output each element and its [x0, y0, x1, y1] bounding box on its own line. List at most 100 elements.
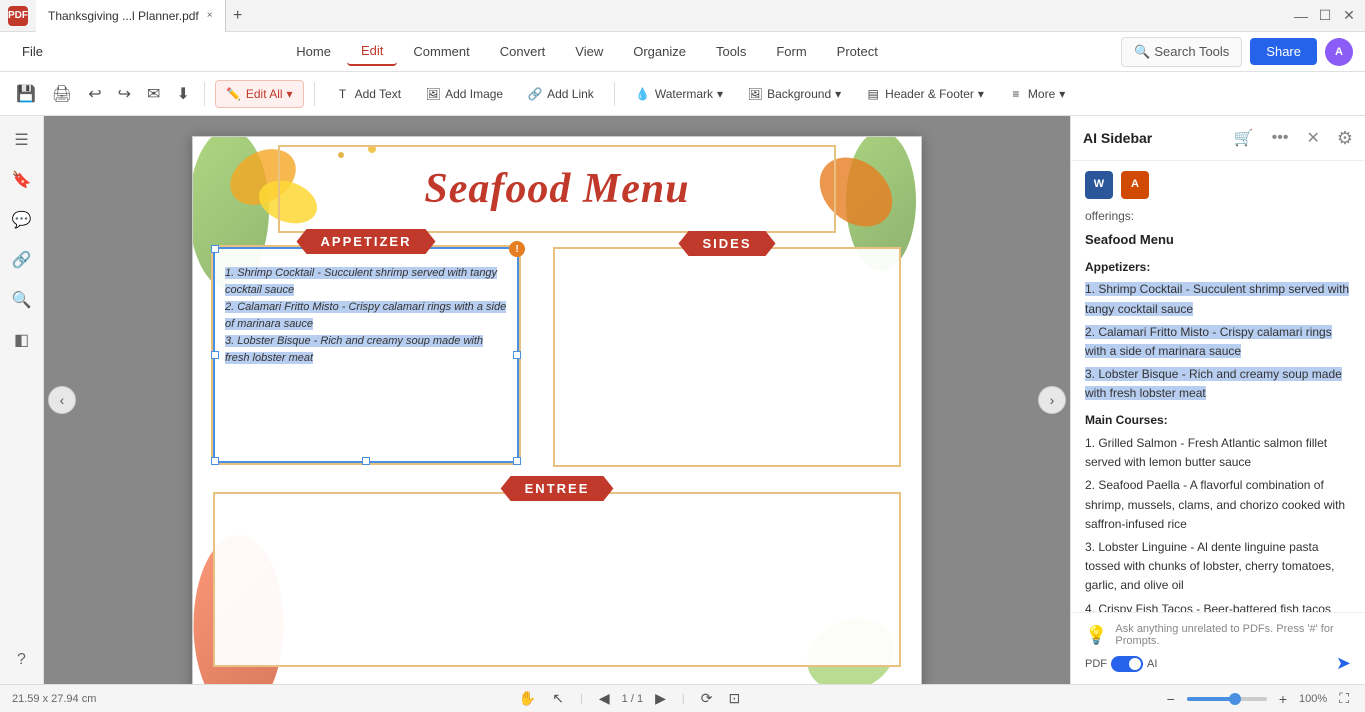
ai-close-icon[interactable]: ✕ — [1301, 126, 1324, 150]
search-tools-button[interactable]: 🔍 Search Tools — [1121, 37, 1242, 67]
hand-tool-icon[interactable]: ✋ — [515, 690, 540, 707]
zoom-out-button[interactable]: − — [1163, 691, 1179, 707]
sidebar-help-icon[interactable]: ? — [6, 644, 38, 676]
menu-title-box: Seafood Menu — [278, 145, 836, 233]
minimize-button[interactable]: — — [1293, 8, 1309, 24]
sidebar-link-icon[interactable]: 🔗 — [6, 244, 38, 276]
menu-right: 🔍 Search Tools Share A — [1121, 37, 1353, 67]
download-icon[interactable]: ⬇ — [172, 80, 193, 108]
ai-sidebar-header: AI Sidebar 🛒 ••• ✕ ⚙ — [1071, 116, 1365, 161]
sidebar-comment-icon[interactable]: 💬 — [6, 204, 38, 236]
ai-label: AI — [1147, 658, 1157, 670]
send-button[interactable]: ➤ — [1336, 653, 1351, 674]
menu-comment[interactable]: Comment — [399, 38, 483, 65]
main-area: ☰ 🔖 💬 🔗 🔍 ◧ ? Seafood Menu — [0, 116, 1365, 684]
app-icon: PDF — [8, 6, 28, 26]
ai-main-courses-label: Main Courses: — [1085, 411, 1351, 430]
ai-appetizer-item-2: 2. Calamari Fritto Misto - Crispy calama… — [1085, 323, 1351, 361]
ai-menu-title: Seafood Menu — [1085, 230, 1351, 250]
maximize-button[interactable]: ☐ — [1317, 8, 1333, 24]
active-tab[interactable]: Thanksgiving ...l Planner.pdf × — [36, 0, 226, 32]
zoom-thumb — [1229, 693, 1241, 705]
menu-home[interactable]: Home — [282, 38, 345, 65]
sides-section[interactable]: SIDES — [553, 247, 901, 467]
sidebar-bookmark-icon[interactable]: 🔖 — [6, 164, 38, 196]
menu-convert[interactable]: Convert — [486, 38, 560, 65]
close-tab-button[interactable]: × — [207, 10, 213, 21]
zoom-in-button[interactable]: + — [1275, 691, 1291, 707]
menu-form[interactable]: Form — [762, 38, 820, 65]
handle-br[interactable] — [513, 457, 521, 465]
ai-more-icon[interactable]: ••• — [1267, 127, 1294, 149]
user-avatar[interactable]: A — [1325, 38, 1353, 66]
pdf-prev-button[interactable]: ‹ — [48, 386, 76, 414]
text-icon: T — [335, 86, 351, 102]
sidebar-search-icon[interactable]: 🔍 — [6, 284, 38, 316]
appetizer-item-2: 2. Calamari Fritto Misto - Crispy calama… — [225, 301, 506, 330]
more-label: More — [1028, 87, 1055, 101]
pdf-viewer[interactable]: Seafood Menu ! APPETIZER 1. Shrimp — [44, 116, 1070, 684]
sidebar-pages-icon[interactable]: ☰ — [6, 124, 38, 156]
close-window-button[interactable]: ✕ — [1341, 8, 1357, 24]
ai-highlighted-1: 1. Shrimp Cocktail - Succulent shrimp se… — [1085, 282, 1349, 315]
ai-settings-icon[interactable]: ⚙ — [1337, 128, 1353, 149]
toolbar-separator-2 — [314, 82, 315, 106]
undo-icon[interactable]: ↩ — [84, 80, 105, 108]
zoom-level: 100% — [1299, 693, 1327, 705]
email-icon[interactable]: ✉ — [143, 80, 164, 108]
ai-sidebar-footer: 💡 Ask anything unrelated to PDFs. Press … — [1071, 612, 1365, 684]
handle-bl[interactable] — [211, 457, 219, 465]
pdf-next-button[interactable]: › — [1038, 386, 1066, 414]
cursor-tool-icon[interactable]: ↖ — [548, 690, 568, 707]
add-link-label: Add Link — [547, 87, 594, 101]
ai-main-item-4: 4. Crispy Fish Tacos - Beer-battered fis… — [1085, 600, 1351, 612]
watermark-button[interactable]: 💧 Watermark ▾ — [625, 81, 733, 107]
zoom-slider[interactable] — [1187, 697, 1267, 701]
appetizer-section[interactable]: ! APPETIZER 1. Shrimp Cocktail - Succule… — [211, 245, 521, 465]
add-image-button[interactable]: 🖼 Add Image — [415, 81, 513, 107]
status-bar-center: ✋ ↖ | ◀ 1 / 1 ▶ | ⟳ ⊡ — [108, 690, 1150, 707]
menu-view[interactable]: View — [561, 38, 617, 65]
edit-all-button[interactable]: ✏️ Edit All ▾ — [215, 80, 304, 108]
add-text-button[interactable]: T Add Text — [325, 81, 411, 107]
entree-header: ENTREE — [501, 476, 614, 501]
save-icon[interactable]: 💾 — [12, 80, 40, 108]
acrobat-icon: A — [1121, 171, 1149, 199]
redo-icon[interactable]: ↪ — [114, 80, 135, 108]
menu-edit[interactable]: Edit — [347, 37, 397, 66]
pdf-label: PDF — [1085, 658, 1107, 670]
lightbulb-icon: 💡 — [1085, 625, 1107, 646]
background-button[interactable]: 🖼 Background ▾ — [737, 81, 851, 107]
pdf-toggle[interactable]: PDF AI — [1085, 656, 1157, 672]
new-tab-button[interactable]: + — [226, 4, 250, 28]
more-button[interactable]: ≡ More ▾ — [998, 81, 1075, 107]
menu-organize[interactable]: Organize — [619, 38, 700, 65]
next-page-button[interactable]: ▶ — [651, 690, 670, 707]
appetizer-item-3: 3. Lobster Bisque - Rich and creamy soup… — [225, 335, 483, 364]
ai-cart-icon[interactable]: 🛒 — [1229, 126, 1259, 150]
sidebar-layers-icon[interactable]: ◧ — [6, 324, 38, 356]
fit-page-icon[interactable]: ⊡ — [724, 690, 744, 707]
handle-bm[interactable] — [362, 457, 370, 465]
print-icon[interactable]: 🖨 — [48, 80, 76, 108]
toggle-switch[interactable] — [1111, 656, 1143, 672]
add-image-label: Add Image — [445, 87, 503, 101]
menu-protect[interactable]: Protect — [823, 38, 892, 65]
prev-page-button[interactable]: ◀ — [595, 690, 614, 707]
status-bar-right: − + 100% ⛶ — [1163, 690, 1353, 707]
more-icon: ≡ — [1008, 86, 1024, 102]
header-footer-button[interactable]: ▤ Header & Footer ▾ — [855, 81, 994, 107]
add-link-button[interactable]: 🔗 Add Link — [517, 81, 604, 107]
menu-tools[interactable]: Tools — [702, 38, 760, 65]
fullscreen-icon[interactable]: ⛶ — [1335, 690, 1353, 707]
ai-sidebar-content: W A offerings: Seafood Menu Appetizers: … — [1071, 161, 1365, 612]
word-icon: W — [1085, 171, 1113, 199]
entree-section[interactable]: ENTREE — [213, 492, 901, 667]
ai-main-item-2: 2. Seafood Paella - A flavorful combinat… — [1085, 476, 1351, 534]
share-button[interactable]: Share — [1250, 38, 1317, 65]
rotate-icon[interactable]: ⟳ — [697, 690, 717, 707]
watermark-icon: 💧 — [635, 86, 651, 102]
link-icon: 🔗 — [527, 86, 543, 102]
page-info: 1 / 1 — [622, 693, 643, 705]
file-menu[interactable]: File — [12, 44, 53, 59]
